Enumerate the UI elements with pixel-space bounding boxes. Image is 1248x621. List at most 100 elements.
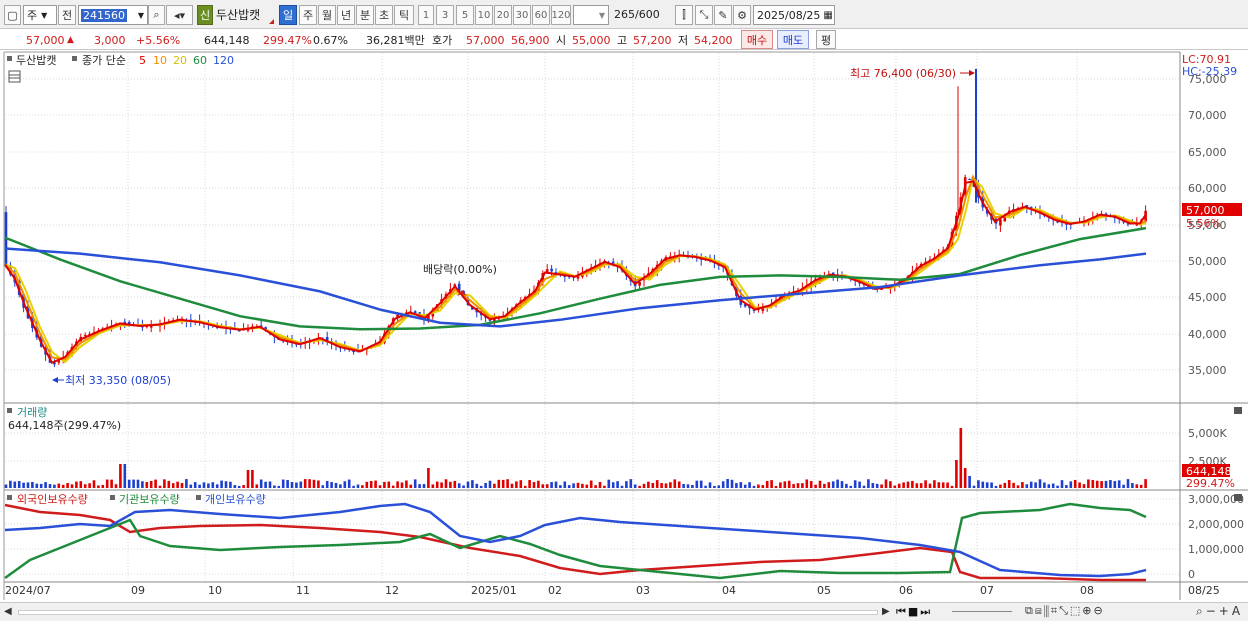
ma120-line xyxy=(4,247,1147,328)
zoom-controls-icon[interactable]: ⌕−+A xyxy=(1196,604,1243,619)
chart-area[interactable]: 두산밥캣 종가 단순 5 10 20 60 120 LC:70.91 HC:-2… xyxy=(0,50,1248,603)
volume-bar xyxy=(475,483,479,488)
stock-chart[interactable]: 두산밥캣 종가 단순 5 10 20 60 120 LC:70.91 HC:-2… xyxy=(0,50,1248,603)
chart-scrollbar[interactable]: ◀ ▶ ⏮■⏭ ⧉⧈⫼⌗⤡⬚⊕⊖ ⌕−+A xyxy=(0,602,1248,621)
view-tools-icon[interactable]: ⧉⧈⫼⌗⤡⬚⊕⊖ xyxy=(1025,604,1105,618)
draw-tool-icon[interactable]: ⤡ xyxy=(695,5,713,25)
x-tick: 2024/07 xyxy=(5,584,51,597)
chevron-down-icon[interactable]: ▼ xyxy=(138,11,144,20)
volume-bar xyxy=(53,484,56,488)
x-tick: 05 xyxy=(817,584,831,597)
volume-bar xyxy=(801,483,804,488)
volume-bar xyxy=(871,483,875,488)
tab-week[interactable]: 주 xyxy=(299,5,317,25)
volume-bar xyxy=(911,480,914,488)
interval-3[interactable]: 3 xyxy=(436,5,454,25)
candle-icon[interactable]: ⫿ xyxy=(675,5,693,25)
volume-bar xyxy=(990,482,993,488)
volume-bar xyxy=(431,484,435,488)
speaker-icon[interactable]: ◂▾ xyxy=(166,5,193,25)
interval-5[interactable]: 5 xyxy=(456,5,474,25)
price-tick: 75,000 xyxy=(1188,73,1227,86)
playback-controls-icon[interactable]: ⏮■⏭ xyxy=(896,605,932,619)
holding-menu-icon[interactable] xyxy=(7,495,12,500)
interval-20[interactable]: 20 xyxy=(494,5,512,25)
volume-bar xyxy=(946,482,949,488)
chart-menu-icon[interactable]: ▢ xyxy=(4,5,21,25)
volume-close-icon[interactable] xyxy=(1234,407,1242,414)
trade-amount: 36,281백만 xyxy=(366,34,425,47)
volume-bar xyxy=(897,483,901,488)
volume-bar xyxy=(365,481,369,488)
volume-bar xyxy=(501,479,505,488)
change-value: 3,000 xyxy=(94,33,126,47)
volume-bar xyxy=(506,479,509,488)
scroll-track[interactable] xyxy=(18,610,878,615)
x-tick: 12 xyxy=(385,584,399,597)
market-select[interactable]: 주 ▼ xyxy=(23,5,57,25)
zoom-slider[interactable] xyxy=(952,611,1012,614)
prefix-button[interactable]: 전 xyxy=(58,5,76,25)
interval-120[interactable]: 120 xyxy=(551,5,571,25)
scroll-right-icon[interactable]: ▶ xyxy=(882,606,890,617)
edit-icon[interactable]: ✎ xyxy=(714,5,732,25)
volume-bar xyxy=(1025,484,1029,488)
volume-bar xyxy=(61,484,65,488)
volume-bar xyxy=(625,481,628,488)
volume-bar xyxy=(259,479,263,488)
volume-bar xyxy=(510,483,514,488)
volume-menu-icon[interactable] xyxy=(7,408,12,413)
interval-custom-select[interactable]: ▼ xyxy=(573,5,609,25)
interval-60[interactable]: 60 xyxy=(532,5,550,25)
volume-bar xyxy=(840,481,844,488)
volume-bar xyxy=(105,479,109,488)
volume-bar xyxy=(422,484,426,488)
volume-bar xyxy=(1104,480,1108,488)
current-price-tag-text: 57,000 xyxy=(1186,204,1225,217)
volume-bar xyxy=(950,485,954,488)
interval-1[interactable]: 1 xyxy=(418,5,434,25)
volume-bar xyxy=(770,480,773,488)
volume-bar xyxy=(1047,484,1051,488)
volume-bar xyxy=(537,480,540,488)
volume-bar xyxy=(1139,484,1143,488)
code-input[interactable]: 241560 ▼ xyxy=(78,5,148,25)
interval-10[interactable]: 10 xyxy=(475,5,493,25)
volume-bar xyxy=(427,468,430,488)
search-icon[interactable]: ⌕ xyxy=(148,5,165,25)
volume-bar xyxy=(699,480,703,488)
table-icon[interactable] xyxy=(8,70,21,83)
volume-bar xyxy=(708,482,712,488)
tab-second[interactable]: 초 xyxy=(375,5,393,25)
tab-day[interactable]: 일 xyxy=(279,5,297,25)
volume-bar xyxy=(277,485,281,488)
volume-bar xyxy=(695,480,699,488)
volume-bar xyxy=(347,479,351,488)
volume-bar xyxy=(290,481,294,488)
volume-bar xyxy=(334,482,338,488)
volume-bar xyxy=(532,482,536,488)
avg-button[interactable]: 평 xyxy=(816,30,836,49)
holding-legend-individual: 개인보유수량 xyxy=(205,493,266,506)
date-input[interactable]: 2025/08/25 ▦ xyxy=(753,5,835,25)
buy-button[interactable]: 매수 xyxy=(741,30,773,49)
interval-30[interactable]: 30 xyxy=(513,5,531,25)
tab-year[interactable]: 년 xyxy=(337,5,355,25)
panel-menu-icon[interactable] xyxy=(7,56,12,61)
volume-bar xyxy=(167,480,171,488)
scroll-left-icon[interactable]: ◀ xyxy=(4,606,12,617)
volume-bar xyxy=(48,484,52,488)
volume-bar xyxy=(963,468,967,488)
volume-bar xyxy=(999,484,1002,488)
volume-bar xyxy=(977,480,980,488)
volume-bar xyxy=(361,485,364,488)
sell-button[interactable]: 매도 xyxy=(777,30,809,49)
calendar-icon[interactable]: ▦ xyxy=(823,10,832,21)
tab-month[interactable]: 월 xyxy=(318,5,336,25)
gear-icon[interactable]: ⚙ xyxy=(733,5,751,25)
high-arrow-head xyxy=(969,70,975,76)
legend-menu-icon[interactable] xyxy=(72,56,77,61)
tab-tick[interactable]: 틱 xyxy=(394,5,414,25)
volume-bar xyxy=(171,483,175,488)
tab-minute[interactable]: 분 xyxy=(356,5,374,25)
